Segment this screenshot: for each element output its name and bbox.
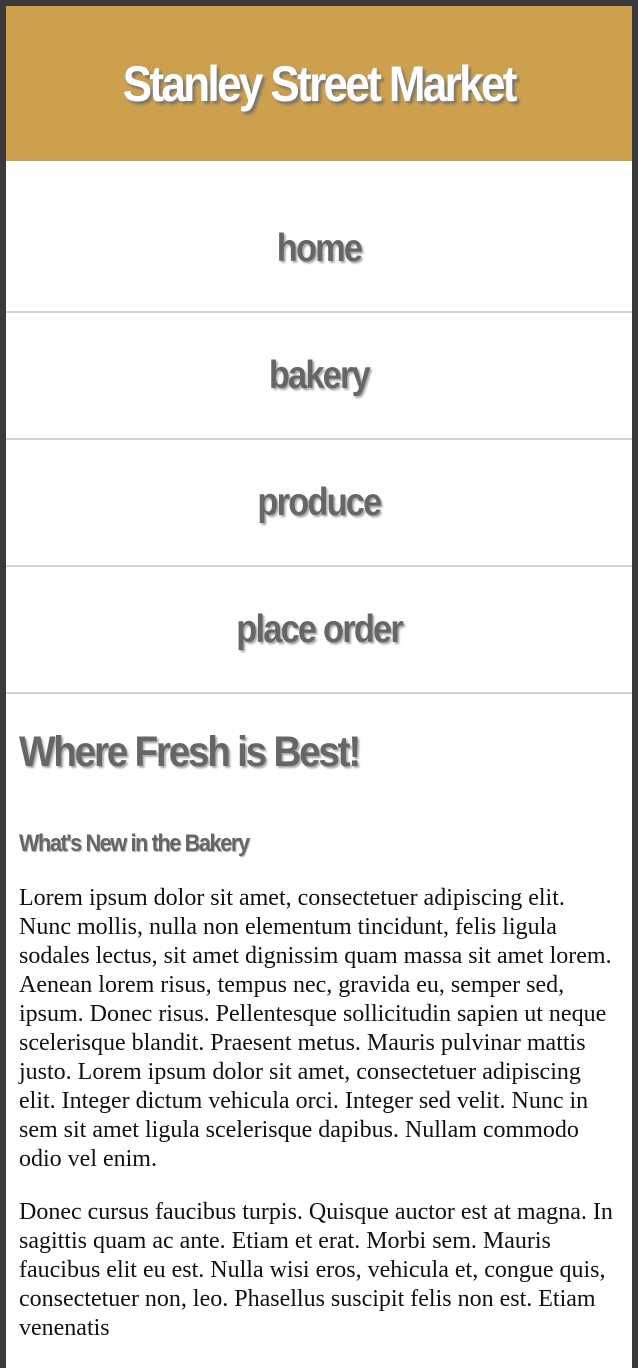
nav-item-home[interactable]: home — [6, 161, 632, 313]
site-header: Stanley Street Market — [6, 6, 632, 161]
page-frame: Stanley Street Market home bakery produc… — [6, 6, 632, 1368]
nav-item-produce[interactable]: produce — [6, 440, 632, 567]
body-paragraph: Donec cursus faucibus turpis. Quisque au… — [19, 1199, 613, 1341]
nav-item-place-order[interactable]: place order — [6, 567, 632, 694]
body-paragraph: Lorem ipsum dolor sit amet, consectetuer… — [19, 885, 612, 1172]
nav-item-label: home — [276, 227, 363, 270]
nav-item-label: produce — [257, 480, 382, 524]
nav-item-bakery[interactable]: bakery — [6, 313, 632, 440]
section-subheading: What's New in the Bakery — [19, 830, 250, 857]
nav-item-label: bakery — [268, 353, 371, 397]
page-headline: Where Fresh is Best! — [19, 728, 361, 776]
main-nav: home bakery produce place order — [6, 161, 632, 694]
nav-item-label: place order — [236, 607, 403, 651]
site-title: Stanley Street Market — [122, 55, 518, 112]
main-content: Where Fresh is Best! What's New in the B… — [6, 726, 632, 1343]
nav-list: home bakery produce place order — [6, 161, 632, 694]
